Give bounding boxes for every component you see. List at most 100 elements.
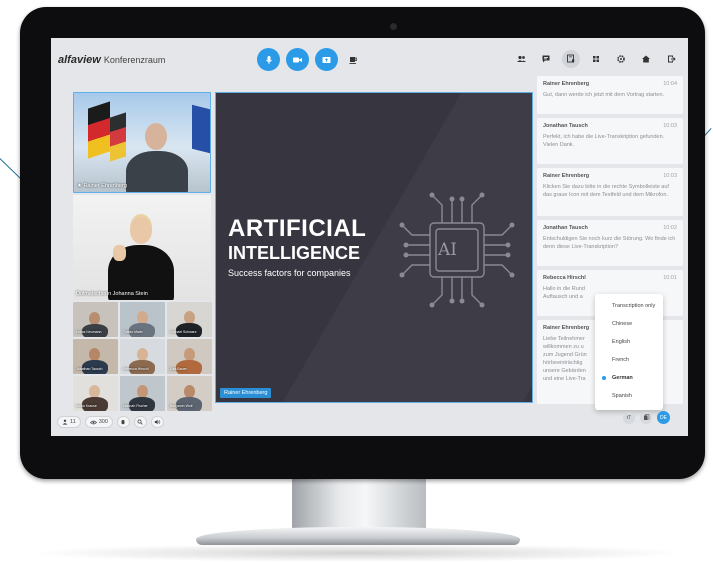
lang-option-transcription-only[interactable]: Transcription only (612, 303, 655, 309)
participants-button[interactable] (512, 50, 530, 68)
screenshare-button[interactable] (315, 48, 338, 71)
chat-button[interactable] (537, 50, 555, 68)
settings-button[interactable] (612, 50, 630, 68)
floor-shadow (0, 543, 713, 563)
coffee-break-icon (349, 56, 357, 64)
chat-message: Rainer Ehrenberg 10:04 Gut, dann werde i… (537, 76, 683, 114)
transcription-language-menu: Transcription only Chinese English Frenc… (595, 294, 663, 410)
app-window: alfaview Konferenzraum ★ Rainer Ehrenber… (51, 38, 688, 436)
chat-message: Jonathan Tausch 10:02 Entschuldigen Sie … (537, 220, 683, 266)
screenshare-icon (322, 56, 331, 63)
lang-option-chinese[interactable]: Chinese (612, 321, 632, 327)
flag-germany-2 (110, 112, 126, 162)
message-text: Gut, dann werde ich jetzt mit dem Vortra… (543, 92, 665, 98)
interpreter-name: Dolmetscherin Johanna Stein (76, 291, 148, 297)
magnifier-icon (137, 419, 144, 425)
lang-option-spanish[interactable]: Spanish (612, 393, 632, 399)
hand-icon (121, 420, 125, 425)
microphone-button[interactable] (257, 48, 280, 71)
message-text: Klicken Sie dazu bitte in die rechte Sym… (543, 184, 669, 198)
participant-count-value: 11 (70, 419, 76, 425)
text-size-icon: tT (626, 414, 632, 421)
participant-name: Tobias Maier (123, 330, 143, 334)
room-name: Konferenzraum (103, 55, 166, 65)
status-bar: 11 300 (57, 416, 164, 428)
lang-option-english[interactable]: English (612, 339, 630, 345)
participant-tile[interactable]: Maria Krause (73, 376, 118, 411)
participant-name: Michael Schwarz (170, 330, 197, 334)
chat-message: Rainer Ehrenberg 10:03 Klicken Sie dazu … (537, 168, 683, 216)
media-controls (257, 48, 362, 71)
text-size-button[interactable]: tT (623, 411, 635, 424)
language-select-button[interactable]: DE (657, 411, 670, 424)
participant-name: Jonathan Tausch (76, 367, 103, 371)
microphone-icon (265, 55, 272, 64)
message-time: 10:02 (663, 225, 677, 231)
zoom-button[interactable] (133, 416, 147, 428)
message-author: Jonathan Tausch (543, 225, 588, 231)
participant-tile[interactable]: Jonathan Tausch (73, 339, 118, 374)
participant-count[interactable]: 11 (57, 416, 81, 428)
monitor-stand (292, 470, 426, 532)
message-author: Rainer Ehrenberg (543, 81, 590, 87)
exit-button[interactable] (662, 50, 680, 68)
flag-germany (88, 101, 110, 159)
layout-button[interactable] (587, 50, 605, 68)
video-tile-speaker[interactable]: ★ Rainer Ehrenberg (73, 92, 211, 193)
right-toolbar (512, 50, 680, 68)
interpreter-head (130, 217, 152, 244)
lang-option-french[interactable]: French (612, 357, 629, 363)
participant-name: Hannah Fischer (123, 404, 148, 408)
coffee-break-button[interactable] (344, 51, 362, 69)
participant-name: Lukas Neumann (76, 330, 102, 334)
home-icon (642, 55, 650, 63)
message-time: 10:03 (663, 173, 677, 179)
participant-name: Maria Krause (76, 404, 97, 408)
webcam (390, 23, 397, 30)
grid-layout-icon (593, 56, 599, 62)
flag-eu (192, 104, 210, 154)
raise-hand-button[interactable] (116, 416, 130, 428)
participant-tile[interactable]: Rebecca Hirschl (120, 339, 165, 374)
transcription-icon (567, 54, 575, 63)
speaker-head (145, 123, 167, 150)
speaker-body (126, 151, 188, 192)
participant-tile[interactable]: Michael Schwarz (167, 302, 212, 337)
camera-button[interactable] (286, 48, 309, 71)
presentation-view[interactable]: AI ARTIFICIAL INTELLIGENCE Success facto… (215, 92, 533, 403)
message-time: 10:03 (663, 123, 677, 129)
transcription-button[interactable] (562, 50, 580, 68)
participant-tile[interactable]: Lisa Bauer (167, 339, 212, 374)
monitor-base (196, 527, 520, 545)
person-icon (62, 419, 68, 425)
app-title: alfaview Konferenzraum (58, 54, 165, 66)
eye-icon (89, 420, 97, 424)
home-button[interactable] (637, 50, 655, 68)
speaker-name: ★ Rainer Ehrenberg (77, 183, 127, 189)
message-author: Rainer Ehrenberg (543, 173, 590, 179)
chat-icon (542, 55, 550, 63)
speaker-volume-button[interactable] (150, 416, 164, 428)
chat-message: Jonathan Tausch 10:03 Perfekt, ich habe … (537, 118, 683, 164)
selected-indicator-icon (602, 376, 606, 380)
participant-tile[interactable]: Lukas Neumann (73, 302, 118, 337)
participant-tile[interactable]: Hannah Fischer (120, 376, 165, 411)
participant-name: Lisa Bauer (170, 367, 187, 371)
copy-icon (643, 414, 649, 420)
slide-title-line1: ARTIFICIAL (228, 215, 367, 242)
ai-chip-label: AI (438, 240, 457, 260)
video-tile-interpreter[interactable]: Dolmetscherin Johanna Stein (73, 195, 211, 300)
message-time: 10:01 (663, 275, 677, 281)
participant-tile[interactable]: Benjamin Wolf (167, 376, 212, 411)
exit-icon (668, 55, 676, 63)
participants-icon (516, 55, 526, 62)
viewer-count[interactable]: 300 (84, 416, 113, 428)
message-author: Rebecca Hirschl (543, 275, 586, 281)
lang-option-german[interactable]: German (612, 375, 633, 381)
ai-circuit-icon (399, 192, 515, 308)
copy-button[interactable] (640, 411, 652, 424)
brand-logo: alfaview (58, 54, 101, 66)
presenter-label: Rainer Ehrenberg (220, 388, 272, 398)
participant-tile[interactable]: Tobias Maier (120, 302, 165, 337)
viewer-count-value: 300 (98, 419, 108, 425)
